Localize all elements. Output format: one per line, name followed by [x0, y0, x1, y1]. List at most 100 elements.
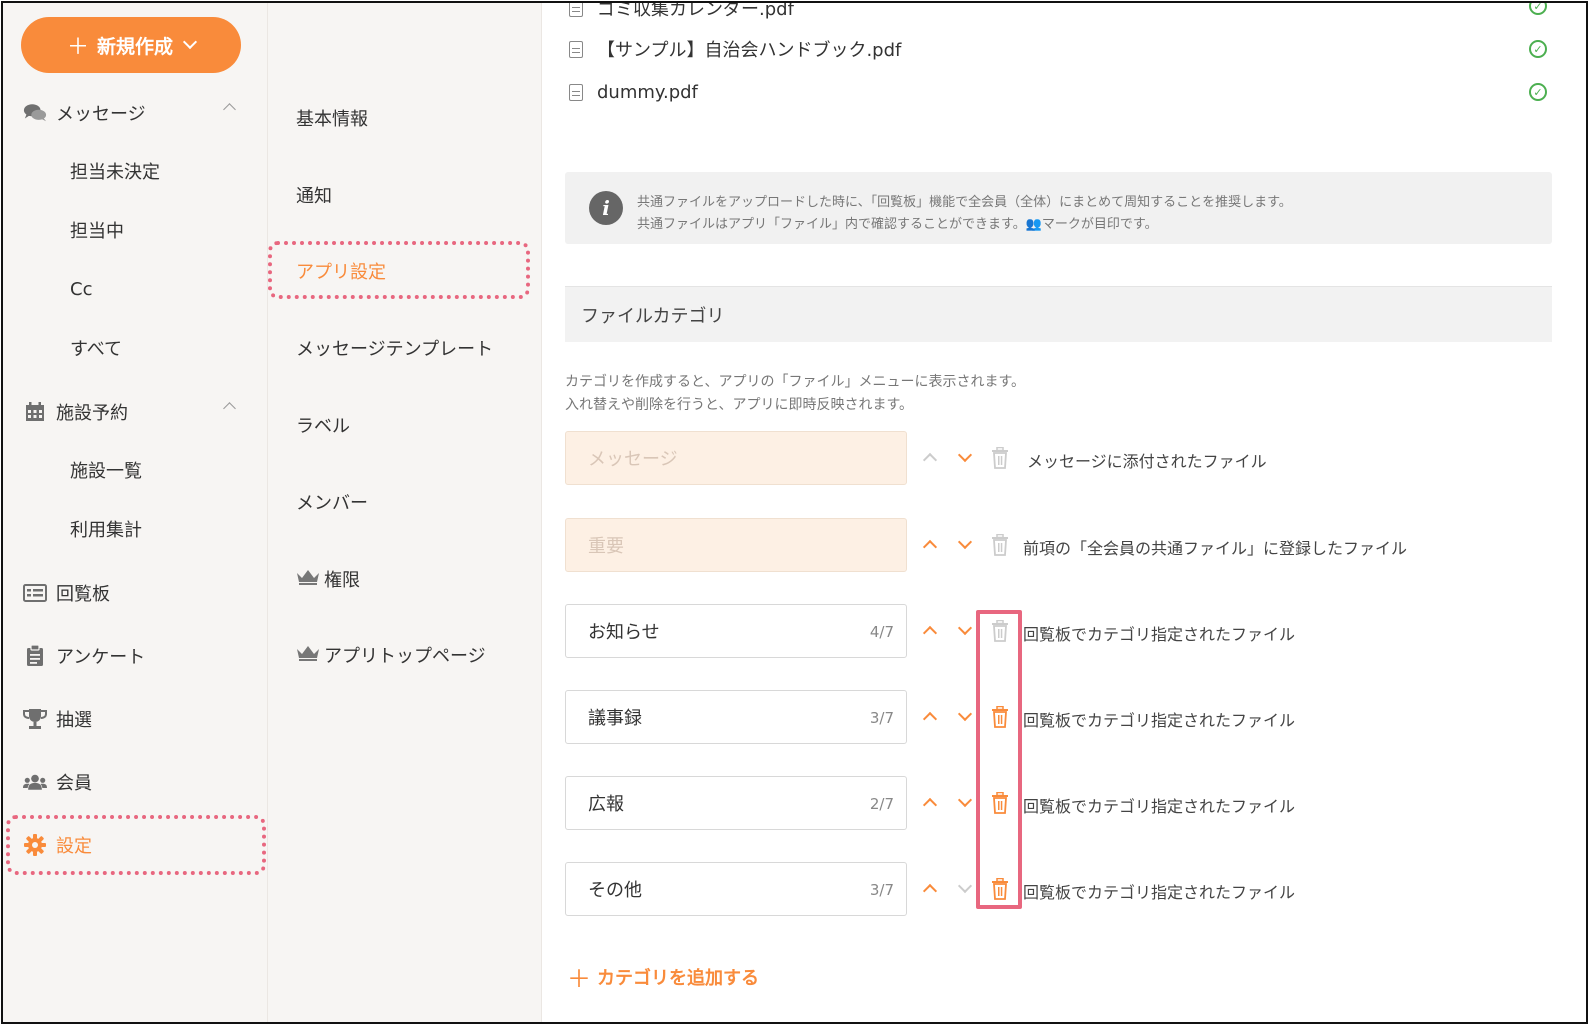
subnav-basic-info[interactable]: 基本情報: [296, 103, 368, 133]
category-row: メッセージ メッセージに添付されたファイル: [565, 431, 1565, 487]
trash-icon: [991, 446, 1009, 469]
nav-facility[interactable]: 施設予約: [3, 392, 267, 432]
chevron-down-icon: [182, 34, 198, 50]
nav-sub-cc[interactable]: Cc: [70, 274, 92, 304]
chevron-up-icon[interactable]: [223, 402, 236, 415]
category-note: 前項の「全会員の共通ファイル」に登録したファイル: [1023, 539, 1408, 558]
subnav-label[interactable]: ラベル: [296, 410, 350, 440]
move-down-icon[interactable]: [957, 792, 973, 808]
add-category-button[interactable]: ＋ カテゴリを追加する: [567, 959, 759, 994]
trash-icon: [991, 533, 1009, 556]
info-line-1: 共通ファイルをアップロードした時に、「回覧板」機能で全会員（全体）にまとめて周知…: [637, 195, 1292, 210]
nav-sub-unassigned[interactable]: 担当未決定: [70, 156, 160, 186]
move-down-icon[interactable]: [957, 620, 973, 636]
info-notice: i 共通ファイルをアップロードした時に、「回覧板」機能で全会員（全体）にまとめて…: [565, 172, 1552, 244]
category-name-field: メッセージ: [565, 431, 907, 485]
nav-members-label: 会員: [56, 773, 92, 794]
category-count: 4/7: [869, 623, 894, 641]
trash-icon[interactable]: [991, 877, 1009, 900]
left-sidebar: ＋ 新規作成 メッセージ 担当未決定 担当中 Cc すべて 施設予約 施設一覧 …: [3, 3, 268, 1022]
category-name-field[interactable]: 広報 2/7: [565, 776, 907, 830]
nav-members[interactable]: 会員: [3, 762, 267, 802]
category-note: 回覧板でカテゴリ指定されたファイル: [1023, 883, 1296, 902]
file-row[interactable]: ゴミ収集カレンダー.pdf ✓: [569, 1, 1549, 23]
category-count: 3/7: [869, 709, 894, 727]
category-name: その他: [588, 880, 642, 901]
subnav-permission-label: 権限: [324, 570, 360, 591]
subnav-permission[interactable]: 権限: [296, 564, 360, 594]
nav-sub-usage-summary[interactable]: 利用集計: [70, 514, 142, 544]
nav-survey[interactable]: アンケート: [3, 636, 267, 676]
nav-facility-label: 施設予約: [56, 403, 128, 424]
plus-icon: ＋: [66, 35, 89, 60]
subnav-app-top-page-label: アプリトップページ: [324, 646, 486, 667]
nav-messages[interactable]: メッセージ: [3, 93, 267, 133]
category-row: お知らせ 4/7 回覧板でカテゴリ指定されたファイル: [565, 604, 1565, 660]
info-icon: i: [589, 191, 623, 225]
nav-sub-assigned[interactable]: 担当中: [70, 215, 124, 245]
subnav-label-label: ラベル: [296, 416, 350, 437]
file-row[interactable]: 【サンプル】自治会ハンドブック.pdf ✓: [569, 34, 1549, 64]
category-row: 議事録 3/7 回覧板でカテゴリ指定されたファイル: [565, 690, 1565, 746]
nav-sub-facility-list[interactable]: 施設一覧: [70, 455, 142, 485]
category-name: 議事録: [588, 708, 642, 729]
category-name-field[interactable]: 議事録 3/7: [565, 690, 907, 744]
category-note: メッセージに添付されたファイル: [1027, 452, 1267, 471]
category-name-field[interactable]: その他 3/7: [565, 862, 907, 916]
category-note: 回覧板でカテゴリ指定されたファイル: [1023, 711, 1296, 730]
trash-icon[interactable]: [991, 791, 1009, 814]
nav-settings[interactable]: 設定: [3, 825, 267, 865]
users-icon: [23, 771, 47, 793]
category-desc-line-2: 入れ替えや削除を行うと、アプリに即時反映されます。: [565, 397, 914, 413]
move-up-icon[interactable]: [922, 711, 938, 727]
trash-icon[interactable]: [991, 705, 1009, 728]
subnav-message-template-label: メッセージテンプレート: [296, 339, 494, 360]
subnav-message-template[interactable]: メッセージテンプレート: [296, 333, 493, 363]
category-note: 回覧板でカテゴリ指定されたファイル: [1023, 797, 1296, 816]
new-create-label: 新規作成: [97, 35, 174, 58]
plus-icon: ＋: [567, 965, 591, 993]
subnav-member[interactable]: メンバー: [296, 487, 368, 517]
document-icon: [569, 40, 583, 58]
move-down-icon[interactable]: [957, 447, 973, 463]
subnav-app-top-page[interactable]: アプリトップページ: [296, 640, 486, 670]
settings-subnav: 基本情報 通知 アプリ設定 メッセージテンプレート ラベル メンバー 権限 アプ…: [268, 3, 542, 1022]
main-content: ゴミ収集カレンダー.pdf ✓ 【サンプル】自治会ハンドブック.pdf ✓ du…: [543, 3, 1586, 1022]
check-circle-icon: ✓: [1529, 40, 1547, 58]
move-down-icon[interactable]: [957, 534, 973, 550]
category-count: 3/7: [869, 881, 894, 899]
nav-settings-label: 設定: [56, 836, 92, 857]
category-row: 重要 前項の「全会員の共通ファイル」に登録したファイル: [565, 518, 1565, 574]
nav-lottery[interactable]: 抽選: [3, 699, 267, 739]
document-icon: [569, 3, 583, 17]
category-name: お知らせ: [588, 622, 660, 643]
subnav-notification[interactable]: 通知: [296, 180, 332, 210]
move-up-icon[interactable]: [922, 797, 938, 813]
app-window: ＋ 新規作成 メッセージ 担当未決定 担当中 Cc すべて 施設予約 施設一覧 …: [1, 1, 1588, 1024]
file-row[interactable]: dummy.pdf ✓: [569, 77, 1549, 107]
move-down-icon[interactable]: [957, 706, 973, 722]
subnav-app-settings[interactable]: アプリ設定: [296, 256, 386, 286]
nav-sub-all[interactable]: すべて: [70, 333, 122, 363]
info-text: 共通ファイルをアップロードした時に、「回覧板」機能で全会員（全体）にまとめて周知…: [637, 192, 1292, 236]
category-name-field[interactable]: お知らせ 4/7: [565, 604, 907, 658]
category-count: 2/7: [869, 795, 894, 813]
crown-icon: [296, 569, 320, 590]
chevron-up-icon[interactable]: [223, 103, 236, 116]
move-up-icon: [922, 452, 938, 468]
nav-circular-label: 回覧板: [56, 584, 110, 605]
nav-messages-label: メッセージ: [56, 104, 146, 125]
category-row: 広報 2/7 回覧板でカテゴリ指定されたファイル: [565, 776, 1565, 832]
move-up-icon[interactable]: [922, 539, 938, 555]
document-icon: [569, 83, 583, 101]
subnav-basic-info-label: 基本情報: [296, 109, 368, 130]
nav-circular[interactable]: 回覧板: [3, 573, 267, 613]
trash-icon: [991, 619, 1009, 642]
move-up-icon[interactable]: [922, 625, 938, 641]
file-name: ゴミ収集カレンダー.pdf: [597, 1, 794, 20]
check-circle-icon: ✓: [1529, 3, 1547, 15]
subnav-notification-label: 通知: [296, 186, 332, 207]
new-create-button[interactable]: ＋ 新規作成: [21, 17, 241, 73]
move-up-icon[interactable]: [922, 883, 938, 899]
category-row: その他 3/7 回覧板でカテゴリ指定されたファイル: [565, 862, 1565, 918]
